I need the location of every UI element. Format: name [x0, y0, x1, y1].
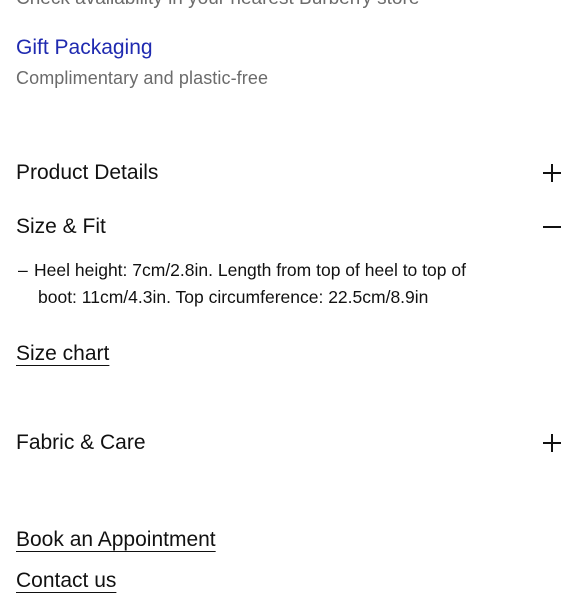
size-fit-detail-text-1: Heel height: 7cm/2.8in. Length from top …: [34, 260, 466, 280]
store-availability-text: Check availability in your nearest Burbe…: [16, 0, 419, 10]
size-fit-detail-line-2: boot: 11cm/4.3in. Top circumference: 22.…: [38, 287, 429, 307]
plus-icon[interactable]: [542, 163, 562, 183]
product-details-label: Product Details: [16, 161, 159, 184]
minus-icon[interactable]: [542, 217, 562, 237]
fabric-care-label: Fabric & Care: [16, 431, 146, 454]
size-fit-label: Size & Fit: [16, 215, 106, 238]
plus-icon[interactable]: [542, 433, 562, 453]
size-fit-details: – Heel height: 7cm/2.8in. Length from top…: [18, 257, 548, 311]
bullet-dash: –: [18, 260, 28, 280]
contact-us-link[interactable]: Contact us: [16, 569, 116, 593]
size-chart-link[interactable]: Size chart: [16, 342, 109, 366]
fabric-care-accordion[interactable]: Fabric & Care: [16, 427, 568, 459]
gift-packaging-subtitle: Complimentary and plastic-free: [16, 68, 269, 88]
size-fit-detail-line-1: – Heel height: 7cm/2.8in. Length from top…: [18, 257, 548, 284]
gift-packaging-link[interactable]: Gift Packaging: [16, 36, 153, 60]
book-appointment-link[interactable]: Book an Appointment: [16, 528, 216, 552]
size-fit-accordion[interactable]: Size & Fit: [16, 211, 568, 243]
product-details-accordion[interactable]: Product Details: [16, 157, 568, 189]
